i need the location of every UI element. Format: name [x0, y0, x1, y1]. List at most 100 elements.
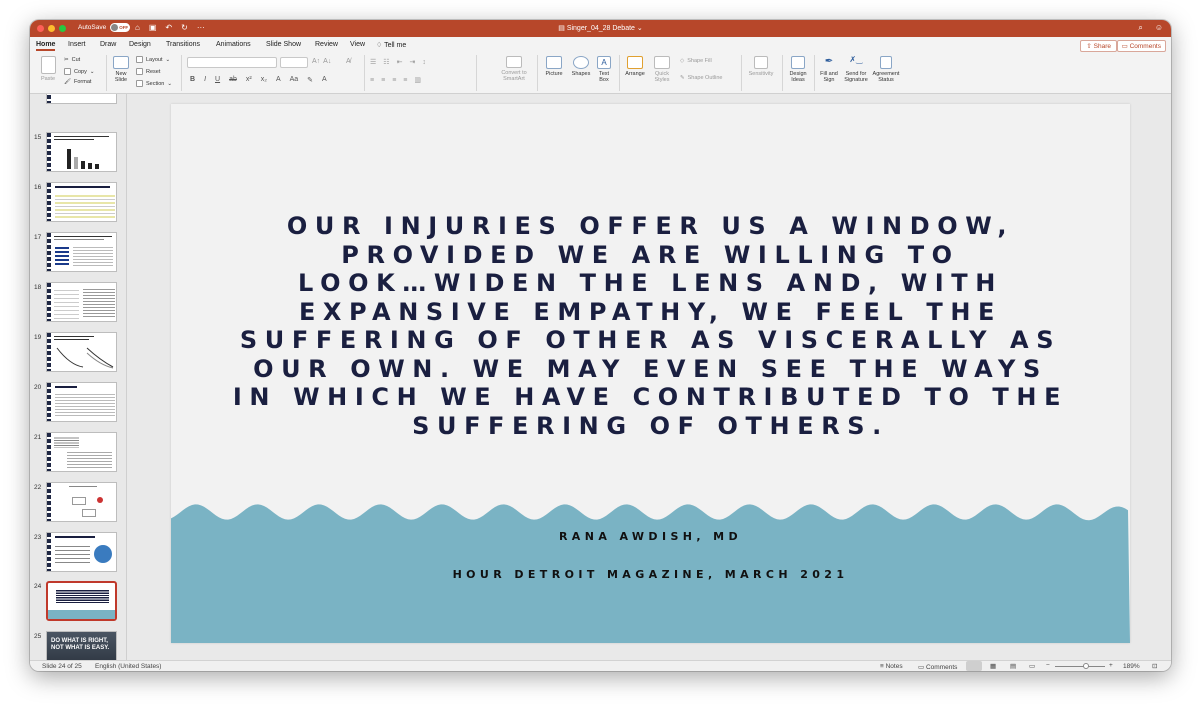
- zoom-slider[interactable]: [1055, 666, 1105, 667]
- comments-status-button[interactable]: ▭ Comments: [918, 663, 957, 671]
- design-ideas-button[interactable]: Design Ideas: [786, 56, 810, 83]
- justify-icon[interactable]: ≡: [403, 77, 407, 84]
- shape-outline-button[interactable]: ✎ Shape Outline: [680, 75, 722, 81]
- tab-draw[interactable]: Draw: [100, 41, 116, 48]
- layout-button[interactable]: Layout ⌄: [136, 56, 170, 63]
- thumbnail-item[interactable]: 19: [30, 332, 126, 376]
- thumbnail-item[interactable]: 18: [30, 282, 126, 326]
- reset-label: Reset: [146, 68, 161, 75]
- font-size-select[interactable]: [280, 57, 308, 68]
- convert-smartart-button[interactable]: Convert to SmartArt: [494, 56, 534, 82]
- clear-format-icon[interactable]: A̸: [346, 58, 351, 65]
- tell-me[interactable]: ♢ Tell me: [376, 41, 406, 49]
- picture-button[interactable]: Picture: [541, 56, 567, 77]
- text-color-icon[interactable]: A: [322, 76, 327, 84]
- slideshow-icon[interactable]: ▭: [1029, 662, 1035, 670]
- shapes-button[interactable]: Shapes: [568, 56, 594, 77]
- tab-slide-show[interactable]: Slide Show: [266, 41, 301, 48]
- line-spacing-icon[interactable]: ↕: [422, 59, 426, 66]
- thumbnail-item[interactable]: 20: [30, 382, 126, 426]
- arrange-button[interactable]: Arrange: [622, 56, 648, 77]
- share-button[interactable]: ⇧ Share: [1080, 40, 1117, 52]
- columns-icon[interactable]: ▥: [414, 76, 421, 84]
- zoom-out-button[interactable]: −: [1046, 662, 1050, 669]
- copy-button[interactable]: Copy ⌄: [64, 68, 94, 75]
- increase-font-icon[interactable]: A↑: [312, 58, 320, 65]
- notes-button[interactable]: ≡ Notes: [880, 663, 903, 670]
- zoom-level[interactable]: 189%: [1123, 663, 1140, 670]
- reset-icon: [136, 68, 143, 75]
- underline-icon[interactable]: U: [215, 76, 220, 84]
- agreement-status-button[interactable]: Agreement Status: [870, 56, 902, 83]
- quote-author[interactable]: RANA AWDISH, MD: [171, 530, 1130, 543]
- thumbnail-item[interactable]: 23: [30, 532, 126, 576]
- search-icon[interactable]: ⌕: [1138, 23, 1142, 33]
- shape-fill-button[interactable]: ◇ Shape Fill: [680, 58, 712, 64]
- superscript-icon[interactable]: x²: [246, 76, 252, 84]
- bold-icon[interactable]: B: [190, 76, 195, 84]
- subscript-icon[interactable]: x₂: [261, 76, 267, 84]
- section-button[interactable]: Section ⌄: [136, 80, 172, 87]
- language-indicator[interactable]: English (United States): [95, 663, 161, 670]
- tab-animations[interactable]: Animations: [216, 41, 251, 48]
- zoom-in-button[interactable]: +: [1109, 662, 1113, 669]
- tab-transitions[interactable]: Transitions: [166, 41, 200, 48]
- slide-sorter-icon[interactable]: ▦: [990, 662, 996, 670]
- thumbnail-item[interactable]: [30, 94, 126, 108]
- current-slide[interactable]: OUR INJURIES OFFER US A WINDOW, PROVIDED…: [171, 104, 1130, 643]
- thumbnail-item-selected[interactable]: 24: [30, 581, 126, 625]
- new-slide-button[interactable]: New Slide: [110, 56, 132, 83]
- thumbnail-item[interactable]: 21: [30, 432, 126, 476]
- tab-view[interactable]: View: [350, 41, 365, 48]
- thumbnail-item[interactable]: 22: [30, 482, 126, 526]
- tab-insert[interactable]: Insert: [68, 41, 86, 48]
- send-for-signature-button[interactable]: ✗‿ Send for Signature: [842, 55, 870, 83]
- paragraph-align-row: ≡ ≡ ≡ ≡ ▥: [370, 76, 421, 85]
- italic-icon[interactable]: I: [204, 76, 206, 84]
- decrease-font-icon[interactable]: A↓: [323, 58, 331, 65]
- new-slide-icon: [113, 56, 129, 69]
- format-painter-button[interactable]: 🖌 Format: [64, 79, 91, 85]
- tab-home[interactable]: Home: [36, 41, 56, 51]
- slide-thumbnail: [46, 132, 117, 172]
- fill-and-sign-button[interactable]: ✒ Fill and Sign: [817, 56, 841, 83]
- normal-view-button[interactable]: [966, 661, 982, 671]
- tab-design[interactable]: Design: [129, 41, 151, 48]
- scissors-icon: ✂: [64, 57, 69, 63]
- comments-button[interactable]: ▭ Comments: [1116, 40, 1166, 52]
- font-name-select[interactable]: [187, 57, 277, 68]
- cut-button[interactable]: ✂ Cut: [64, 57, 80, 63]
- align-right-icon[interactable]: ≡: [392, 77, 396, 84]
- thumbnail-item[interactable]: 16: [30, 182, 126, 226]
- reading-view-icon[interactable]: ▤: [1010, 662, 1016, 670]
- font-color-icon[interactable]: A: [276, 76, 281, 84]
- thumbnail-item[interactable]: 15: [30, 132, 126, 176]
- paste-button[interactable]: Paste: [37, 56, 59, 82]
- tab-review[interactable]: Review: [315, 41, 338, 48]
- thumbnail-item[interactable]: 17: [30, 232, 126, 276]
- quick-styles-button[interactable]: Quick Styles: [650, 56, 674, 83]
- slide-thumbnails-pane: 15 16 17 18 19 20 21 22 23 24 25 DO WHAT…: [30, 94, 127, 660]
- text-box-button[interactable]: A Text Box: [595, 56, 613, 83]
- slide-counter: Slide 24 of 25: [42, 663, 82, 670]
- numbering-icon[interactable]: ☷: [383, 58, 389, 66]
- align-center-icon[interactable]: ≡: [381, 77, 385, 84]
- quote-source[interactable]: HOUR DETROIT MAGAZINE, MARCH 2021: [171, 568, 1130, 581]
- account-icon[interactable]: ☺: [1155, 23, 1163, 33]
- powerpoint-window: AutoSave OFF ⌂ ▣ ↶ ↻ ··· ▤ Singer_04_28 …: [30, 20, 1171, 671]
- align-left-icon[interactable]: ≡: [370, 77, 374, 84]
- sensitivity-button[interactable]: Sensitivity: [746, 56, 776, 77]
- document-title[interactable]: ▤ Singer_04_28 Debate ⌄: [30, 24, 1171, 32]
- change-case-icon[interactable]: Aa: [290, 76, 299, 84]
- quote-text[interactable]: OUR INJURIES OFFER US A WINDOW, PROVIDED…: [231, 212, 1070, 440]
- zoom-slider-handle[interactable]: [1083, 663, 1089, 669]
- paste-label: Paste: [40, 76, 56, 82]
- thumbnail-item[interactable]: 25 DO WHAT IS RIGHT, NOT WHAT IS EASY.: [30, 631, 126, 660]
- outdent-icon[interactable]: ⇤: [397, 58, 403, 66]
- reset-button[interactable]: Reset: [136, 68, 160, 75]
- indent-icon[interactable]: ⇥: [409, 58, 415, 66]
- highlight-icon[interactable]: ✎: [307, 76, 313, 84]
- bullets-icon[interactable]: ☰: [370, 58, 376, 66]
- fit-slide-icon[interactable]: ⊡: [1152, 662, 1157, 670]
- strikethrough-icon[interactable]: ab: [229, 76, 237, 84]
